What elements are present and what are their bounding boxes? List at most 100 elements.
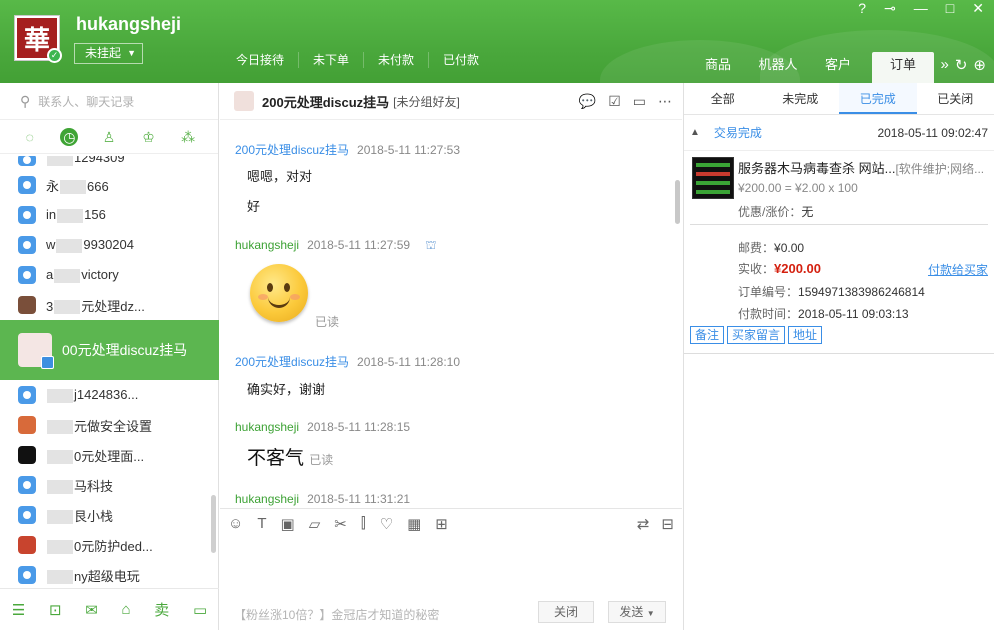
list-item-selected[interactable]: 00元处理discuz挂马 bbox=[0, 320, 219, 380]
list-item[interactable]: 马科技 bbox=[0, 470, 219, 500]
list-item[interactable]: 1294309 bbox=[0, 156, 219, 170]
list-item[interactable]: w 9930204 bbox=[0, 230, 219, 260]
clock-icon[interactable]: ◷ bbox=[60, 127, 79, 146]
message-input[interactable] bbox=[220, 538, 682, 598]
message-text: 不客气 已读 bbox=[247, 448, 334, 469]
more-icon[interactable]: ⋯ bbox=[658, 93, 672, 110]
list-item[interactable]: ny超级电玩 bbox=[0, 560, 219, 590]
contact-avatar bbox=[18, 446, 36, 464]
tab-paid[interactable]: 已付款 bbox=[429, 52, 493, 68]
history-icon[interactable]: ⊟ bbox=[661, 515, 674, 533]
username: hukangsheji bbox=[76, 14, 182, 34]
close-icon[interactable]: ✕ bbox=[972, 0, 984, 17]
help-icon[interactable]: ? bbox=[858, 0, 866, 17]
tab-unpaid[interactable]: 未付款 bbox=[364, 52, 430, 68]
avatar[interactable]: 華 ✓ bbox=[14, 15, 62, 63]
contact-avatar bbox=[18, 333, 54, 369]
person-icon[interactable]: ♙ bbox=[100, 128, 118, 146]
list-item[interactable]: j1424836... bbox=[0, 380, 219, 410]
sell-icon[interactable]: 卖 bbox=[154, 599, 169, 620]
divider bbox=[684, 353, 994, 354]
tab-not-ordered[interactable]: 未下单 bbox=[299, 52, 365, 68]
product-name: 服务器木马病毒查杀 网站...[软件维护;网络... bbox=[738, 161, 985, 176]
more-chat-icon[interactable]: 💬 bbox=[579, 93, 596, 110]
heart-icon[interactable]: ♡ bbox=[380, 515, 393, 533]
smiley-emoji bbox=[250, 264, 308, 322]
calculator-icon[interactable]: ▦ bbox=[407, 515, 421, 533]
image-icon[interactable]: ▣ bbox=[281, 515, 295, 533]
message-text: 确实好，谢谢 bbox=[247, 382, 326, 397]
group-icon[interactable]: ♔ bbox=[140, 128, 158, 146]
tab-incomplete[interactable]: 未完成 bbox=[762, 83, 840, 114]
promo-link[interactable]: 【粉丝涨10倍？】金冠店才知道的秘密 bbox=[234, 606, 439, 623]
tab-closed[interactable]: 已关闭 bbox=[917, 83, 994, 114]
message-meta: 200元处理discuz挂马 2018-5-11 11:27:53 bbox=[235, 141, 460, 158]
order-status-row[interactable]: ▲ 交易完成 2018-05-11 09:02:47 bbox=[684, 115, 994, 151]
address-button[interactable]: 地址 bbox=[788, 326, 823, 344]
chevron-up-icon[interactable]: ▲ bbox=[690, 127, 700, 138]
chat-window: 200元处理discuz挂马 [未分组好友] 💬 ☑ ▭ ⋯ 200元处理dis… bbox=[220, 83, 682, 630]
contact-avatar bbox=[18, 416, 36, 434]
contact-name: a bbox=[46, 267, 54, 283]
scissors-icon[interactable]: ✂ bbox=[334, 515, 347, 533]
note-button[interactable]: 备注 bbox=[690, 326, 725, 344]
tab-completed[interactable]: 已完成 bbox=[839, 83, 917, 114]
list-item[interactable]: 永 666 bbox=[0, 170, 219, 200]
list-item[interactable]: in 156 bbox=[0, 200, 219, 230]
split-icon[interactable]: ⫿ bbox=[361, 515, 366, 532]
list-item[interactable]: 元做安全设置 bbox=[0, 410, 219, 440]
message-time: 2018-5-11 11:31:21 bbox=[307, 492, 411, 506]
text-format-icon[interactable]: T bbox=[257, 515, 266, 532]
list-item[interactable]: 0元防护ded... bbox=[0, 530, 219, 560]
refresh-icon[interactable]: ↻ bbox=[955, 56, 968, 74]
order-filter-tabs: 全部 未完成 已完成 已关闭 bbox=[684, 83, 994, 115]
network-icon[interactable]: ⁂ bbox=[179, 128, 197, 146]
pay-time-row: 付款时间：2018-05-11 09:03:13 bbox=[738, 307, 909, 321]
read-receipt: 已读 bbox=[315, 315, 340, 329]
send-button[interactable]: 发送 ▼ bbox=[608, 601, 666, 623]
tab-customer[interactable]: 客户 bbox=[808, 52, 868, 83]
tab-orders[interactable]: 订单 bbox=[872, 52, 934, 83]
search-input[interactable]: ⚲ 联系人、聊天记录 bbox=[0, 83, 218, 120]
shop-icon[interactable]: ⌂ bbox=[122, 601, 131, 618]
contact-list-scrollbar[interactable] bbox=[211, 495, 216, 553]
add-circle-icon[interactable]: ⊕ bbox=[973, 56, 986, 74]
chat-avatar bbox=[234, 91, 254, 111]
emoji-icon[interactable]: ☺ bbox=[228, 515, 243, 532]
transfer-icon[interactable]: ⇄ bbox=[637, 515, 650, 533]
contact-avatar bbox=[18, 236, 36, 254]
order-status: 交易完成 bbox=[713, 126, 762, 140]
chat-bubble-icon[interactable]: ◌ bbox=[21, 128, 39, 146]
tab-robot[interactable]: 机器人 bbox=[748, 52, 808, 83]
folder-icon[interactable]: ▱ bbox=[309, 515, 321, 533]
tab-all[interactable]: 全部 bbox=[684, 83, 762, 114]
status-dropdown[interactable]: 未挂起 ▼ bbox=[74, 43, 143, 64]
list-item[interactable]: 0元处理面... bbox=[0, 440, 219, 470]
list-item[interactable]: 3 元处理dz... bbox=[0, 290, 219, 320]
contact-category-tabs: ◌ ◷ ♙ ♔ ⁂ bbox=[0, 120, 218, 154]
contact-name: 永 bbox=[46, 178, 60, 194]
message-scrollbar[interactable] bbox=[675, 180, 680, 224]
contact-avatar bbox=[18, 296, 36, 314]
double-chevron-right-icon[interactable]: » bbox=[941, 56, 949, 74]
list-item[interactable]: a victory bbox=[0, 260, 219, 290]
tab-today[interactable]: 今日接待 bbox=[222, 52, 300, 68]
message-sender: hukangsheji bbox=[235, 492, 300, 506]
order-product[interactable]: 服务器木马病毒查杀 网站...[软件维护;网络... ¥200.00 = ¥2.… bbox=[690, 151, 988, 225]
window-icon[interactable]: ▭ bbox=[193, 601, 207, 619]
close-button[interactable]: 关闭 bbox=[538, 601, 594, 623]
price-tag-icon[interactable]: ⊞ bbox=[435, 515, 448, 533]
message-time: 2018-5-11 11:27:59 bbox=[307, 238, 411, 252]
list-item[interactable]: 艮小栈 bbox=[0, 500, 219, 530]
mail-icon[interactable]: ✉ bbox=[85, 601, 98, 619]
menu-icon[interactable]: ☰ bbox=[12, 601, 25, 619]
buyer-message-button[interactable]: 买家留言 bbox=[727, 326, 786, 344]
coupon-icon[interactable]: ⊡ bbox=[49, 601, 62, 619]
minimize-icon[interactable]: — bbox=[914, 0, 928, 17]
maximize-icon[interactable]: □ bbox=[946, 0, 954, 17]
tab-products[interactable]: 商品 bbox=[688, 52, 748, 83]
checklist-icon[interactable]: ☑ bbox=[608, 93, 621, 110]
pin-icon[interactable]: ⊸ bbox=[884, 0, 896, 17]
video-icon[interactable]: ▭ bbox=[633, 93, 646, 110]
pay-buyer-link[interactable]: 付款给买家 bbox=[928, 261, 988, 278]
